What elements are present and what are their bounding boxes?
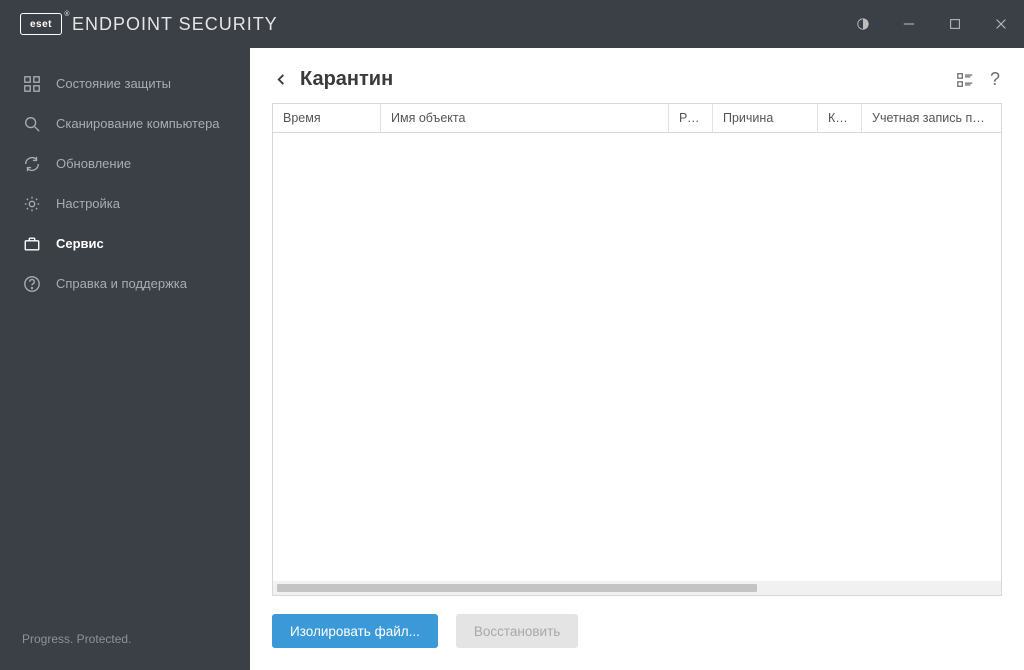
logo-text: ENDPOINT SECURITY [72, 14, 278, 35]
window-controls [840, 0, 1024, 48]
sidebar-item-label: Обновление [56, 156, 236, 172]
help-button[interactable]: ? [990, 69, 1000, 90]
scrollbar-thumb[interactable] [277, 584, 757, 592]
isolate-file-button[interactable]: Изолировать файл... [272, 614, 438, 648]
sidebar-item-label: Сервис [56, 236, 236, 252]
search-icon [22, 114, 42, 134]
sidebar-item-settings[interactable]: Настройка [0, 184, 250, 224]
titlebar: eset ENDPOINT SECURITY [0, 0, 1024, 48]
app-logo: eset ENDPOINT SECURITY [20, 13, 278, 35]
sidebar-item-label: Состояние защиты [56, 76, 236, 92]
logo-badge: eset [20, 13, 62, 35]
sidebar-item-tools[interactable]: Сервис [0, 224, 250, 264]
sidebar-item-status[interactable]: Состояние защиты [0, 64, 250, 104]
action-bar: Изолировать файл... Восстановить [250, 596, 1024, 670]
table-header-row: Время Имя объекта Раз... Причина Кол... … [273, 104, 1001, 133]
grid-icon [22, 74, 42, 94]
column-reason[interactable]: Причина [713, 104, 818, 132]
maximize-button[interactable] [932, 0, 978, 48]
sidebar-item-update[interactable]: Обновление [0, 144, 250, 184]
close-button[interactable] [978, 0, 1024, 48]
horizontal-scrollbar[interactable] [273, 581, 1001, 595]
gear-icon [22, 194, 42, 214]
sidebar-footer: Progress. Protected. [0, 632, 250, 670]
column-count[interactable]: Кол... [818, 104, 862, 132]
view-toggle-icon[interactable] [956, 71, 974, 89]
back-button[interactable] [270, 69, 292, 91]
page-title: Карантин [300, 68, 393, 91]
content-pane: Карантин ? Время Имя объекта Раз... Прич… [250, 48, 1024, 670]
column-time[interactable]: Время [273, 104, 381, 132]
table-body-empty [273, 133, 1001, 581]
content-header: Карантин ? [250, 48, 1024, 103]
sidebar-item-help[interactable]: Справка и поддержка [0, 264, 250, 304]
quarantine-table: Время Имя объекта Раз... Причина Кол... … [272, 103, 1002, 596]
help-icon [22, 274, 42, 294]
minimize-button[interactable] [886, 0, 932, 48]
refresh-icon [22, 154, 42, 174]
column-size[interactable]: Раз... [669, 104, 713, 132]
restore-button: Восстановить [456, 614, 578, 648]
briefcase-icon [22, 234, 42, 254]
sidebar-item-label: Настройка [56, 196, 236, 212]
contrast-icon[interactable] [840, 0, 886, 48]
column-user-account[interactable]: Учетная запись пользова... [862, 104, 1001, 132]
sidebar-item-label: Справка и поддержка [56, 276, 236, 292]
sidebar-item-scan[interactable]: Сканирование компьютера [0, 104, 250, 144]
column-object-name[interactable]: Имя объекта [381, 104, 669, 132]
sidebar-item-label: Сканирование компьютера [56, 116, 236, 132]
sidebar: Состояние защиты Сканирование компьютера… [0, 48, 250, 670]
